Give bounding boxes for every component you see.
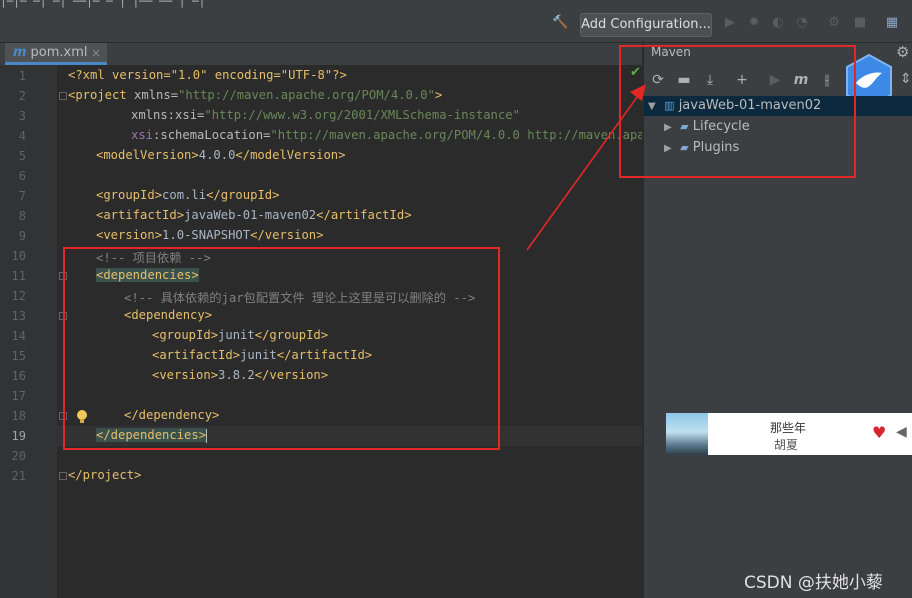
code-line-1: <?xml version="1.0" encoding="UTF-8"?> bbox=[68, 68, 347, 82]
album-art bbox=[666, 413, 708, 455]
line-number: 4 bbox=[18, 129, 26, 143]
project-structure-icon[interactable]: ▦ bbox=[884, 15, 900, 31]
xml-ns: xmlns:xsi bbox=[131, 108, 198, 122]
line-number: 2 bbox=[18, 89, 26, 103]
xml-value: "http://maven.apache.org/POM/4.0.0 http:… bbox=[270, 128, 642, 142]
code-line-5: <modelVersion>4.0.0</modelVersion> bbox=[96, 148, 345, 162]
code-line-21: </project> bbox=[68, 468, 141, 482]
line-number: 6 bbox=[18, 169, 26, 183]
code-line-2: <project xmlns="http://maven.apache.org/… bbox=[68, 88, 443, 102]
collapse-all-icon[interactable]: ⇕ bbox=[900, 71, 912, 87]
xml-attr: xmlns= bbox=[126, 88, 179, 102]
line-number-current: 19 bbox=[11, 429, 26, 443]
debug-icon[interactable]: ✹ bbox=[746, 15, 762, 31]
xml-tag: <artifactId> bbox=[96, 208, 185, 222]
line-number: 7 bbox=[18, 189, 26, 203]
line-number: 8 bbox=[18, 209, 26, 223]
code-line-9: <version>1.0-SNAPSHOT</version> bbox=[96, 228, 323, 242]
maven-file-icon: m bbox=[13, 45, 27, 60]
xml-attr: :schemaLocation= bbox=[153, 128, 271, 142]
xml-text: com.li bbox=[162, 188, 207, 202]
gear-icon[interactable]: ⚙ bbox=[896, 43, 909, 61]
line-number: 18 bbox=[11, 409, 26, 423]
line-number: 21 bbox=[11, 469, 26, 483]
heart-icon[interactable]: ♥ bbox=[872, 423, 886, 442]
editor-tab-bar: m pom.xml × bbox=[0, 43, 642, 65]
line-number: 15 bbox=[11, 349, 26, 363]
line-number: 10 bbox=[11, 249, 26, 263]
build-hammer-icon[interactable]: 🔨 bbox=[552, 15, 568, 31]
code-line-7: <groupId>com.li</groupId> bbox=[96, 188, 279, 202]
profile-icon[interactable]: ◔ bbox=[794, 15, 810, 31]
run-icon[interactable]: ▶ bbox=[722, 15, 738, 31]
code-line-4: xsi:schemaLocation="http://maven.apache.… bbox=[131, 128, 642, 142]
xml-value: "http://www.w3.org/2001/XMLSchema-instan… bbox=[204, 108, 520, 122]
xml-declaration: <?xml version="1.0" encoding="UTF-8"?> bbox=[68, 68, 347, 82]
stop-icon[interactable]: ■ bbox=[852, 15, 868, 31]
line-number: 11 bbox=[11, 269, 26, 283]
watermark: CSDN @扶她小藜 bbox=[744, 573, 883, 593]
line-number: 5 bbox=[18, 149, 26, 163]
line-number: 9 bbox=[18, 229, 26, 243]
line-number: 13 bbox=[11, 309, 26, 323]
xml-tag: </artifactId> bbox=[316, 208, 412, 222]
coverage-icon[interactable]: ◐ bbox=[770, 15, 786, 31]
attach-icon[interactable]: ⚙ bbox=[826, 15, 842, 31]
maven-highlight-box bbox=[619, 45, 856, 178]
main-toolbar: │─│─ ─│ ─│ ──│─ ─ │ │── ── │ ─│ 🔨 Add Co… bbox=[0, 0, 912, 43]
volume-icon[interactable]: ◀ bbox=[896, 424, 907, 440]
xml-tag: </groupId> bbox=[206, 188, 280, 202]
xml-text: 4.0.0 bbox=[198, 148, 236, 162]
line-number: 1 bbox=[18, 69, 26, 83]
xml-tag: </version> bbox=[250, 228, 324, 242]
xml-tag: <project bbox=[68, 88, 127, 102]
song-title: 那些年 bbox=[770, 421, 807, 435]
xml-tag: <version> bbox=[96, 228, 163, 242]
dependencies-highlight-box bbox=[63, 247, 500, 450]
xml-tag: <modelVersion> bbox=[96, 148, 199, 162]
xml-ns: xsi bbox=[131, 128, 154, 142]
xml-tag: </project> bbox=[68, 468, 142, 482]
song-artist: 胡夏 bbox=[774, 438, 799, 452]
line-number-gutter: 1 2 3 4 5 6 7 8 9 10 11 12 13 14 15 16 1… bbox=[0, 65, 57, 598]
line-number: 3 bbox=[18, 109, 26, 123]
line-number: 20 bbox=[11, 449, 26, 463]
add-configuration-button[interactable]: Add Configuration... bbox=[580, 13, 712, 37]
tab-label: pom.xml bbox=[30, 45, 88, 60]
xml-tag: </modelVersion> bbox=[235, 148, 346, 162]
line-number: 17 bbox=[11, 389, 26, 403]
line-number: 14 bbox=[11, 329, 26, 343]
tab-pom-xml[interactable]: m pom.xml × bbox=[5, 43, 107, 65]
line-number: 12 bbox=[11, 289, 26, 303]
code-line-8: <artifactId>javaWeb-01-maven02</artifact… bbox=[96, 208, 412, 222]
menu-bar-fragment: │─│─ ─│ ─│ ──│─ ─ │ │── ── │ ─│ bbox=[0, 0, 206, 8]
music-player-widget[interactable]: 那些年 胡夏 ♥ ◀ bbox=[666, 413, 912, 455]
code-line-3: xmlns:xsi="http://www.w3.org/2001/XMLSch… bbox=[131, 108, 520, 122]
xml-value: "http://maven.apache.org/POM/4.0.0" bbox=[178, 88, 435, 102]
xml-text: 1.0-SNAPSHOT bbox=[162, 228, 251, 242]
line-number: 16 bbox=[11, 369, 26, 383]
xml-tag: <groupId> bbox=[96, 188, 163, 202]
close-icon[interactable]: × bbox=[91, 43, 101, 63]
xml-text: javaWeb-01-maven02 bbox=[184, 208, 317, 222]
